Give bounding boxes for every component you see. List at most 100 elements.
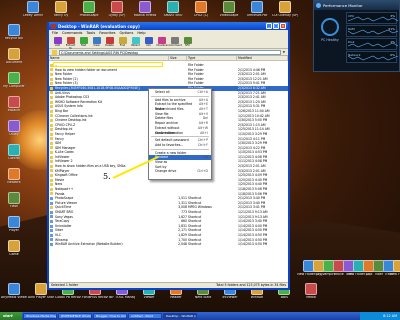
toolbar-extract-to-button[interactable]: Extract To [65,37,76,50]
context-menu[interactable]: Select all Ctrl+A Add files to archive Alt+… [148,88,212,180]
health-gauge [321,18,339,36]
toolbar-find-button[interactable]: Find [117,37,128,47]
taskbar-button[interactable]: Windows Media Player [23,313,57,319]
toolbar-view-button[interactable]: View [91,37,102,47]
desktop-icon-left-9[interactable]: Game [1,240,27,257]
start-button[interactable]: start [0,312,22,320]
file-icon [50,109,53,113]
sparkline [348,16,398,22]
context-item-add-to-favorites[interactable]: Add to favorites... Ctrl+F [149,143,211,148]
sparkline [348,42,398,48]
desktop-icon-bottom-11[interactable]: Media [298,283,324,300]
toolbar-test-button[interactable]: Test [78,37,89,47]
context-item-show-information[interactable]: Show information Alt+I [149,131,211,136]
file-row[interactable]: WinRAR Archive Extractor (Website Builde… [49,242,288,247]
step-label: 5. [103,172,111,181]
menu-help[interactable]: Help [137,31,145,35]
file-icon [50,187,53,191]
context-item-shortcut: Alt+I [200,130,208,135]
desktop-icon-left-7[interactable]: Flash [1,192,27,209]
app-icon [167,1,179,13]
maximize-button[interactable]: □ [273,23,279,29]
perf-title: Performance Monitor [323,3,363,8]
desktop-icon-top-1[interactable]: Fancy Oy [48,1,74,18]
column-type[interactable]: Type [187,56,237,60]
desktop-icon-label: Utility [9,133,19,136]
desktop-icon-bottom-0[interactable]: AnyMeals Viewer [1,283,27,300]
desktop-icon-top-2[interactable]: PhotoScape [76,1,102,18]
desktop-icon-label: Viewer [143,296,155,299]
minimize-button[interactable]: _ [266,23,272,29]
menu-file[interactable]: File [52,31,58,35]
menu-separator [151,136,209,138]
taskbar-button[interactable]: Blogger: How to Unhi... [93,313,127,319]
app-icon [27,1,39,13]
file-icon [50,197,53,201]
toolbar-label: Test [80,44,87,47]
desktop-icon-top-7[interactable]: VideoScape [216,1,242,18]
toolbar-add-button[interactable]: Add [52,37,63,47]
toolbar-info-button[interactable]: Info [143,37,154,47]
desktop-icon-left-4[interactable]: Utility [1,120,27,137]
clock[interactable]: 8:12 AM [383,314,397,318]
desktop-icon-left-3[interactable]: Installer [1,96,27,113]
context-item-change-drive[interactable]: Change drive Ctrl+D [149,169,211,174]
app-icon [279,1,291,13]
menu-commands[interactable]: Commands [62,31,82,35]
file-icon [50,118,53,122]
context-item-select-all[interactable]: Select all Ctrl+A [149,90,211,95]
dropdown-arrow-icon[interactable]: ▼ [283,50,285,54]
column-headers: Name Size Type Modified [49,56,288,61]
taskbar-button[interactable]: untitled - Paint [128,313,162,319]
desktop-icon-top-6[interactable]: CPUZ (C) [188,1,214,18]
taskbar-button[interactable]: [EXPERIENCE Windows] [58,313,92,319]
desktop-icon-top-9[interactable]: CUI Overlay (SP) [272,1,298,18]
toolbar-virusscan-button[interactable]: VirusScan [156,37,169,47]
toolbar-sfx-button[interactable]: SFX [182,37,193,47]
titlebar[interactable]: Desktop - WinRAR (evaluation copy) _ □ × [49,22,288,30]
column-size[interactable]: Size [169,56,187,60]
file-icon [50,233,53,237]
virusscan-icon [157,37,166,44]
app-icon [8,144,20,156]
perf-row-cpu: CPU 3% [346,12,398,24]
desktop-icon-left-8[interactable]: Player [1,216,27,233]
toolbar-delete-button[interactable]: Delete [104,37,115,47]
menu-favorites[interactable]: Favorites [99,31,115,35]
desktop-icon-right-9[interactable]: New Folder [386,260,400,277]
column-modified[interactable]: Modified [237,56,288,60]
file-name: WinRAR Archive Extractor (Website Builde… [55,242,123,247]
desktop-icon-left-5[interactable]: Control [1,144,27,161]
app-icon [8,72,20,84]
app-icon [393,260,400,272]
file-icon [50,219,53,223]
close-button[interactable]: × [280,23,286,29]
menu-tools[interactable]: Tools [86,31,95,35]
taskbar-button[interactable]: Desktop - WinRAR (e... [163,313,197,319]
desktop-icon-top-3[interactable]: Gyfoy (SP) [104,1,130,18]
file-icon [50,128,53,132]
desktop-icon-label: Alnk Player Sharea [28,296,54,299]
desktop-icon-top-0[interactable]: Ceeey Dmnn [20,1,46,18]
desktop-icon-top-5[interactable]: SMART BRO [160,1,186,18]
desktop-icon-label: IntViewer [222,296,238,299]
app-icon [223,1,235,13]
view-icon [92,37,101,44]
column-name[interactable]: Name [49,56,169,60]
toolbar-comment-button[interactable]: Comment [169,37,182,47]
performance-monitor-gadget[interactable]: Performance Monitor PC Healthy CPU 3% RAM 5… [313,0,400,72]
desktop-icon-top-4[interactable]: Mozilla Firefox [132,1,158,18]
menu-options[interactable]: Options [119,31,133,35]
desktop-icon-label: Fancy Oy [53,14,69,17]
desktop-icon-top-8[interactable]: OfficeSet.Par [244,1,270,18]
desktop-icon-left-2[interactable]: My Computer [1,72,27,89]
address-field[interactable]: C:\Documents and Settings\AGS RIN PC\Des… [59,49,281,55]
toolbar-wizard-button[interactable]: Wizard [130,37,141,47]
file-icon [50,224,53,228]
file-icon [50,72,53,76]
up-folder-icon[interactable] [52,49,57,55]
desktop-icon-left-1[interactable]: Document [1,48,27,65]
desktop-icon-left-0[interactable]: Recycle Bin [1,24,27,41]
app-icon [8,192,20,204]
desktop-icon-left-6[interactable]: Network [1,168,27,185]
